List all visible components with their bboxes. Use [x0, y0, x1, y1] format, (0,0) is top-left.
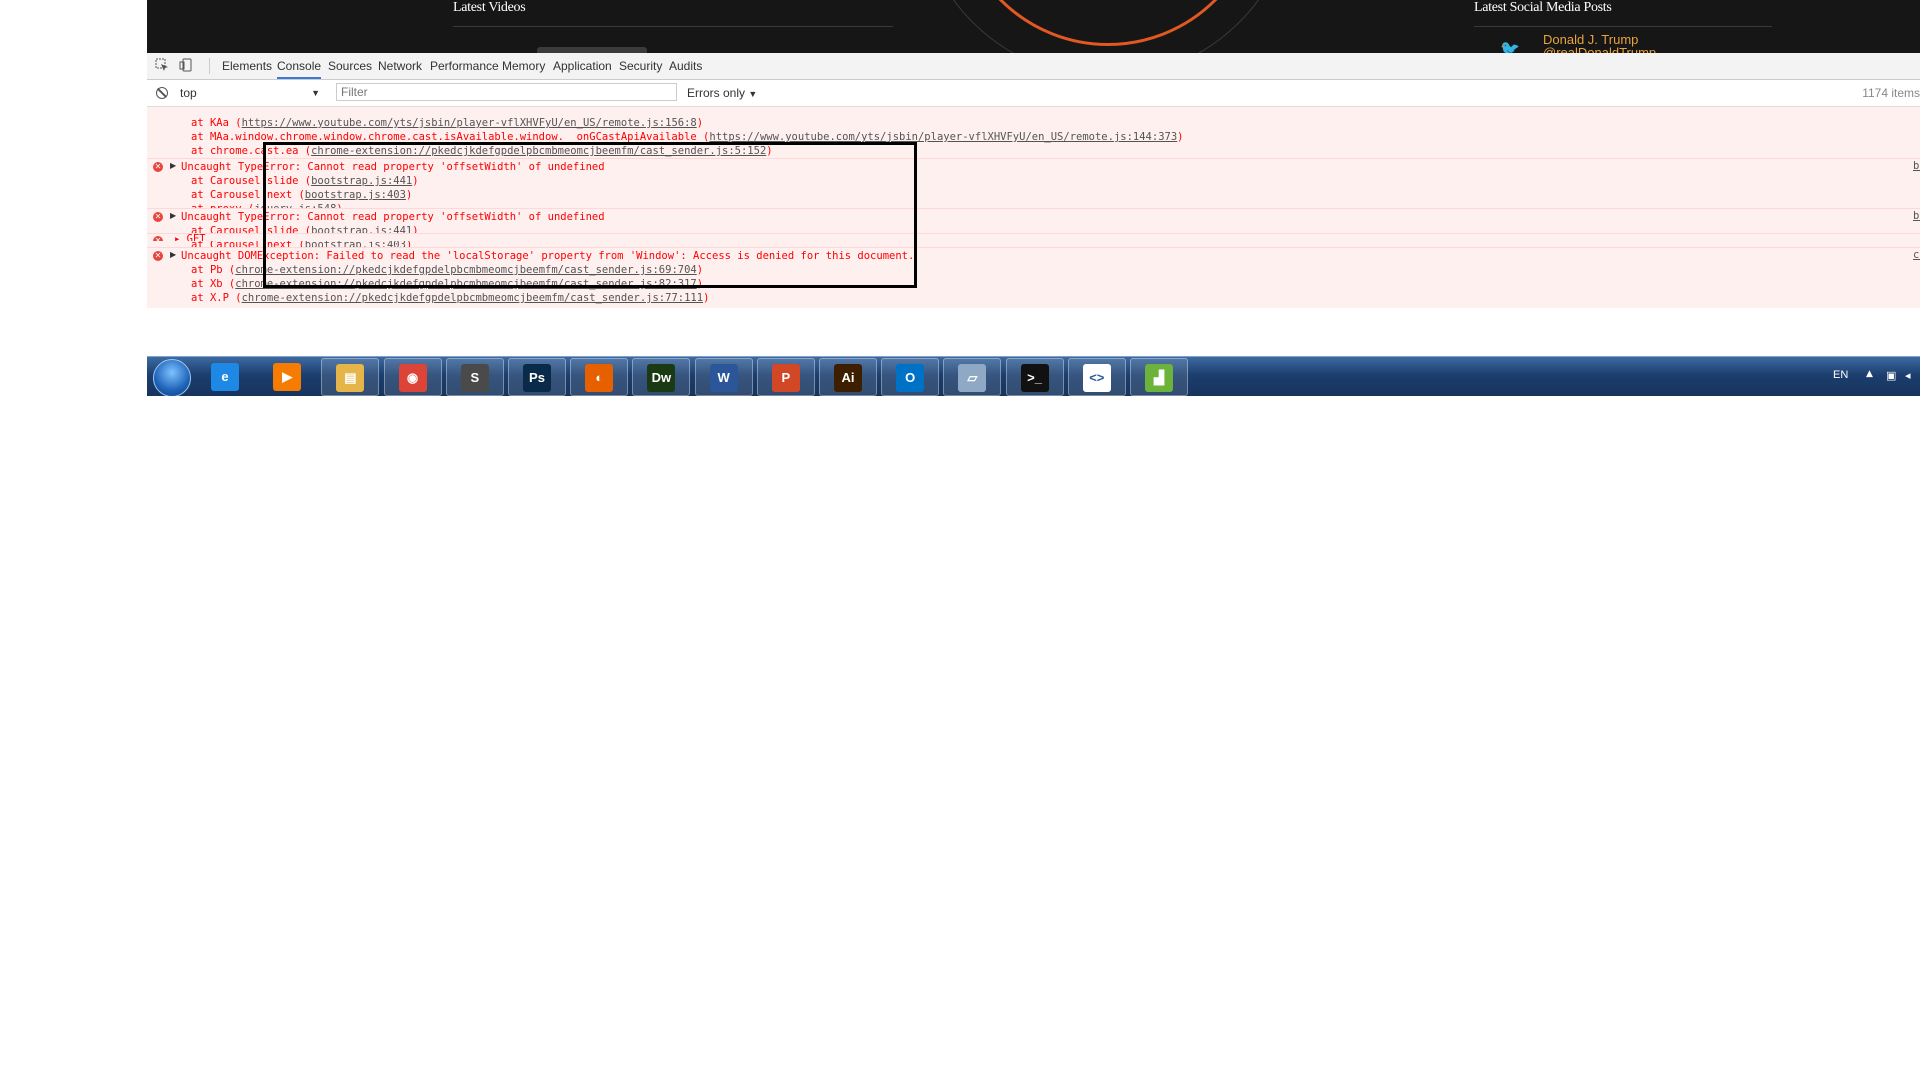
- photoshop-icon: Ps: [523, 364, 551, 392]
- code-editor-icon: <>: [1082, 364, 1111, 392]
- windows-taskbar: e ▶ ▤ ◉ S Ps ◐ Dw W P Ai O ▱ >_ <> ▟ EN ▲ ▣ ◂: [147, 356, 1920, 396]
- show-hidden-icons-icon[interactable]: ▲: [1866, 369, 1873, 379]
- powerpoint-taskbar-button[interactable]: P: [756, 358, 815, 396]
- website-header: Latest Videos Latest Social Media Posts …: [147, 0, 1920, 53]
- notes-taskbar-button[interactable]: ▱: [943, 358, 1002, 396]
- expand-triangle-icon[interactable]: ▶: [170, 161, 176, 170]
- context-value: top: [180, 86, 197, 100]
- illustrator-icon: Ai: [834, 364, 862, 392]
- command-prompt-icon: >_: [1020, 364, 1049, 392]
- tab-elements[interactable]: Elements: [222, 53, 272, 79]
- photoshop-taskbar-button[interactable]: Ps: [508, 358, 566, 396]
- annotation-highlight-box: [263, 142, 917, 288]
- dreamweaver-taskbar-button[interactable]: Dw: [632, 358, 691, 396]
- internet-explorer-taskbar-button[interactable]: e: [197, 358, 255, 396]
- stack-frame: at X.P (chrome-extension://pkedcjkdefgpd…: [191, 291, 709, 305]
- divider: [453, 26, 893, 27]
- source-link[interactable]: cast_sender.js:69: [1913, 249, 1920, 261]
- tab-network[interactable]: Network: [378, 53, 422, 79]
- error-icon: ✕: [153, 236, 163, 241]
- frame-prefix: at Pb (: [191, 264, 236, 276]
- latest-videos-heading: Latest Videos: [453, 0, 526, 15]
- notes-icon: ▱: [958, 364, 987, 392]
- separator: [209, 58, 210, 74]
- source-link[interactable]: bootstrap.js:441: [1913, 160, 1920, 172]
- message-count: 1174 items: [1862, 86, 1920, 100]
- tweet-author[interactable]: Donald J. Trump: [1543, 32, 1638, 47]
- frame-suffix: ): [703, 292, 710, 304]
- sublime-text-icon: S: [460, 364, 489, 392]
- source-link[interactable]: bootstrap.js:441: [1913, 210, 1920, 222]
- tab-performance[interactable]: Performance: [430, 53, 499, 79]
- error-icon: ✕: [153, 251, 163, 261]
- filter-input[interactable]: [336, 83, 677, 101]
- dreamweaver-icon: Dw: [647, 364, 676, 392]
- media-player-taskbar-button[interactable]: ▶: [259, 358, 317, 396]
- media-player-icon: ▶: [273, 363, 302, 391]
- task-monitor-icon: ▟: [1145, 364, 1173, 392]
- screen: Latest Videos Latest Social Media Posts …: [147, 0, 1920, 396]
- device-toolbar-icon[interactable]: [179, 58, 193, 72]
- tab-audits[interactable]: Audits: [669, 53, 702, 79]
- code-editor-taskbar-button[interactable]: <>: [1067, 358, 1126, 396]
- error-icon: ✕: [153, 212, 163, 222]
- firefox-icon: ◐: [585, 364, 614, 392]
- word-taskbar-button[interactable]: W: [694, 358, 753, 396]
- start-button[interactable]: [153, 359, 191, 396]
- powerpoint-icon: P: [771, 364, 800, 392]
- decorative-ring-outer: [917, 0, 1295, 53]
- frame-link[interactable]: https://www.youtube.com/yts/jsbin/player…: [242, 117, 697, 129]
- twitter-icon: 🐦: [1500, 39, 1520, 54]
- firefox-taskbar-button[interactable]: ◐: [570, 358, 629, 396]
- dropdown-arrow-icon: ▼: [748, 89, 758, 99]
- tab-security[interactable]: Security: [619, 53, 662, 79]
- frame-prefix: at KAa (: [191, 117, 242, 129]
- command-prompt-taskbar-button[interactable]: >_: [1005, 358, 1064, 396]
- task-monitor-taskbar-button[interactable]: ▟: [1130, 358, 1188, 396]
- tab-memory[interactable]: Memory: [502, 53, 545, 79]
- network-tray-icon[interactable]: ▣: [1886, 370, 1898, 382]
- tab-sources[interactable]: Sources: [328, 53, 372, 79]
- internet-explorer-icon: e: [211, 363, 239, 391]
- frame-prefix: at Xb (: [191, 278, 236, 290]
- file-explorer-icon: ▤: [336, 364, 365, 392]
- frame-link[interactable]: chrome-extension://pkedcjkdefgpdelpbcmbm…: [242, 292, 703, 304]
- devtools-tabbar: Elements Console Sources Network Performance…: [147, 53, 1920, 80]
- frame-suffix: ): [696, 117, 704, 129]
- console-filter-bar: top ▼ Errors only ▼ 1174 items: [147, 80, 1920, 107]
- volume-tray-icon[interactable]: ◂: [1905, 370, 1917, 382]
- expand-triangle-icon[interactable]: ▶: [170, 211, 176, 220]
- divider: [1474, 26, 1772, 27]
- dropdown-arrow-icon: ▼: [311, 88, 320, 98]
- frame-prefix: at X.P (: [191, 292, 242, 304]
- tab-console[interactable]: Console: [277, 53, 322, 79]
- outlook-taskbar-button[interactable]: O: [881, 358, 940, 396]
- word-icon: W: [709, 364, 738, 392]
- expand-triangle-icon[interactable]: ▶: [170, 250, 176, 259]
- context-selector[interactable]: top ▼: [180, 84, 320, 102]
- sublime-text-taskbar-button[interactable]: S: [445, 358, 504, 396]
- chrome-taskbar-button[interactable]: ◉: [383, 358, 442, 396]
- stack-frame: at KAa (https://www.youtube.com/yts/jsbi…: [191, 116, 703, 130]
- error-icon: ✕: [153, 162, 163, 172]
- inspect-element-icon[interactable]: [155, 58, 169, 72]
- tab-application[interactable]: Application: [553, 53, 612, 79]
- clear-console-icon[interactable]: [156, 87, 168, 99]
- file-explorer-taskbar-button[interactable]: ▤: [321, 358, 380, 396]
- log-level-value: Errors only: [687, 86, 746, 100]
- latest-social-heading: Latest Social Media Posts: [1474, 0, 1612, 15]
- language-indicator[interactable]: EN: [1833, 369, 1848, 381]
- log-level-selector[interactable]: Errors only ▼: [687, 84, 757, 102]
- illustrator-taskbar-button[interactable]: Ai: [819, 358, 877, 396]
- outlook-icon: O: [896, 364, 925, 392]
- network-error-text: ▸ GET: [174, 233, 206, 241]
- frame-suffix: ): [1177, 131, 1184, 143]
- chrome-icon: ◉: [398, 364, 427, 392]
